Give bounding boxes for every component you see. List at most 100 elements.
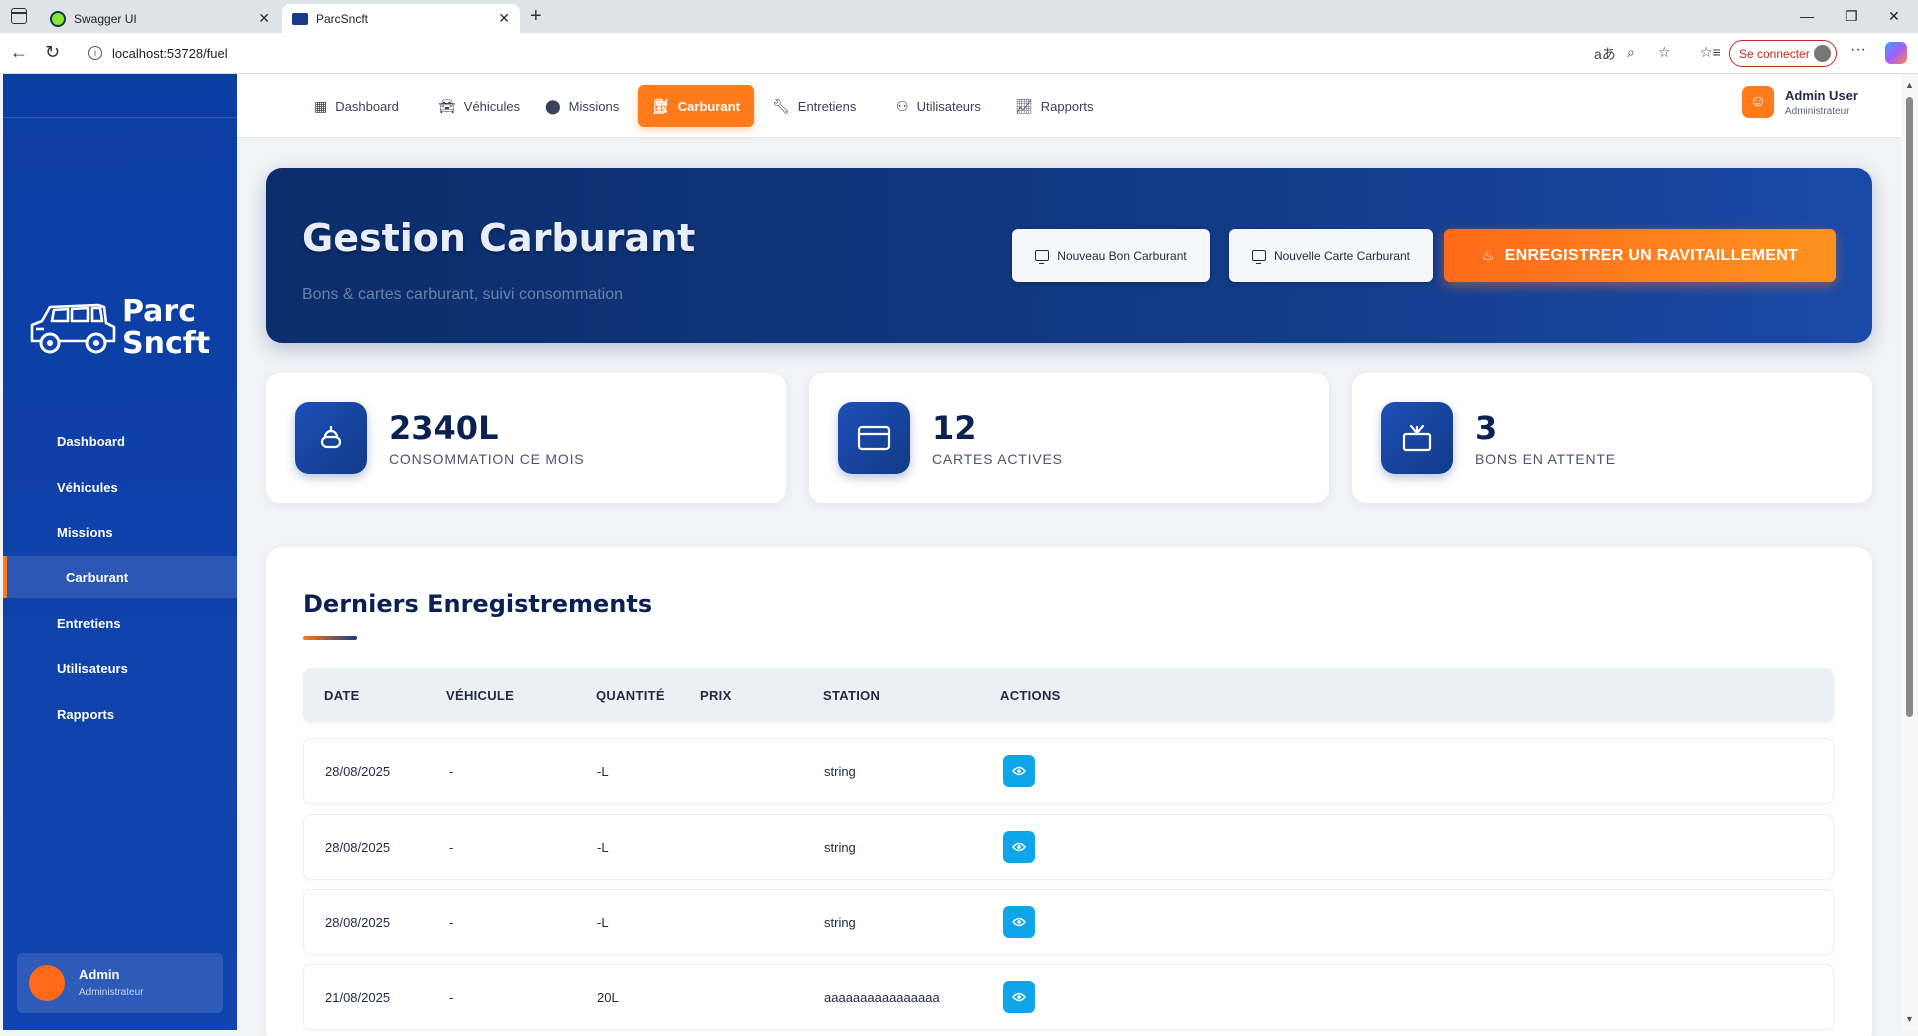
stat-label: CARTES ACTIVES: [932, 451, 1063, 467]
nav-item-carburant[interactable]: ⛽︎ Carburant: [638, 85, 754, 127]
page-scrollbar[interactable]: ▲ ▼: [1901, 74, 1918, 1030]
sidebar-item-rapports[interactable]: Rapports: [3, 693, 237, 735]
nav-item-missions[interactable]: ⬤ Missions: [531, 85, 633, 127]
favorite-star-icon[interactable]: ☆: [1658, 44, 1671, 61]
nav-item-label: Missions: [568, 98, 620, 114]
table-row: 28/08/2025 - -L string: [303, 814, 1834, 880]
tab-close-icon[interactable]: ✕: [498, 10, 510, 27]
browser-tab-bar: Swagger UI ✕ ParcSncft ✕ + — ❐ ✕: [0, 0, 1918, 33]
window-menu-icon[interactable]: [11, 8, 27, 24]
close-window-icon[interactable]: ✕: [1888, 8, 1900, 25]
sidebar-item-label: Utilisateurs: [57, 660, 128, 676]
scroll-up-icon[interactable]: ▲: [1905, 80, 1914, 90]
eye-icon: [1012, 766, 1026, 776]
sidebar-item-carburant[interactable]: Carburant: [3, 556, 237, 598]
cell-quantite: -L: [597, 840, 609, 855]
cell-date: 28/08/2025: [325, 764, 391, 779]
column-header-prix: PRIX: [700, 688, 732, 703]
topnav-user[interactable]: ☺ Admin User Administrateur: [1742, 86, 1858, 118]
zoom-icon[interactable]: ⌕: [1627, 44, 1635, 61]
read-aloud-icon[interactable]: aあ: [1594, 44, 1616, 64]
monitor-icon: [1251, 250, 1266, 264]
button-label: Nouvelle Carte Carburant: [1273, 248, 1411, 263]
map-pin-icon: ⬤: [545, 97, 561, 114]
stat-card-pending-vouchers: 3 BONS EN ATTENTE: [1352, 373, 1872, 503]
cell-vehicule: -: [449, 764, 454, 779]
nav-item-entretiens[interactable]: 🔧︎ Entretiens: [758, 85, 870, 127]
sign-in-label: Se connecter: [1739, 46, 1810, 61]
eye-icon: [1012, 917, 1026, 927]
cell-quantite: 20L: [597, 990, 619, 1005]
view-button[interactable]: [1003, 755, 1035, 787]
sidebar-item-label: Carburant: [66, 569, 129, 585]
column-header-actions: ACTIONS: [1000, 688, 1061, 703]
restore-icon[interactable]: ❐: [1845, 8, 1858, 25]
cell-date: 21/08/2025: [325, 990, 391, 1005]
page-header: Gestion Carburant Bons & cartes carburan…: [266, 168, 1872, 343]
page-subtitle: Bons & cartes carburant, suivi consommat…: [302, 286, 624, 303]
new-fuel-voucher-button[interactable]: Nouveau Bon Carburant: [1012, 229, 1210, 282]
record-refuel-button[interactable]: ♨ ENREGISTRER UN RAVITAILLEMENT: [1444, 229, 1836, 282]
stat-label: BONS EN ATTENTE: [1475, 451, 1616, 467]
users-icon: ⚇: [896, 97, 909, 114]
browser-tab-swagger[interactable]: Swagger UI ✕: [40, 4, 280, 33]
browser-tab-parcsncft[interactable]: ParcSncft ✕: [282, 4, 520, 33]
back-icon[interactable]: ←: [10, 42, 28, 63]
cell-date: 28/08/2025: [325, 840, 391, 855]
tab-close-icon[interactable]: ✕: [258, 10, 270, 27]
nav-item-vehicules[interactable]: 🚘︎ Véhicules: [424, 85, 534, 127]
section-title: Derniers Enregistrements: [303, 590, 653, 618]
parcsncft-favicon-icon: [292, 12, 308, 25]
nav-item-label: Rapports: [1040, 98, 1094, 114]
favorites-list-icon[interactable]: ☆≡: [1700, 44, 1721, 61]
button-label: Nouveau Bon Carburant: [1057, 248, 1187, 263]
scrollbar-thumb[interactable]: [1906, 97, 1913, 717]
scroll-down-icon[interactable]: ▼: [1905, 1014, 1914, 1024]
column-header-station: STATION: [823, 688, 881, 703]
wrench-icon: 🔧︎: [772, 97, 790, 114]
reload-icon[interactable]: ↻: [45, 42, 60, 63]
nav-item-utilisateurs[interactable]: ⚇ Utilisateurs: [882, 85, 995, 127]
chart-line-icon: 📈︎: [1015, 97, 1033, 114]
sidebar-item-label: Dashboard: [57, 433, 125, 449]
sidebar-item-vehicules[interactable]: Véhicules: [3, 466, 237, 508]
cell-station: aaaaaaaaaaaaaaaa: [824, 990, 940, 1005]
copilot-icon[interactable]: [1885, 42, 1907, 64]
nav-item-label: Carburant: [677, 98, 740, 114]
cell-date: 28/08/2025: [325, 915, 391, 930]
stat-card-active-cards: 12 CARTES ACTIVES: [809, 373, 1329, 503]
nav-item-label: Utilisateurs: [916, 98, 981, 114]
sidebar-item-utilisateurs[interactable]: Utilisateurs: [3, 647, 237, 689]
sign-in-button[interactable]: Se connecter: [1729, 40, 1837, 67]
new-fuel-card-button[interactable]: Nouvelle Carte Carburant: [1229, 229, 1433, 282]
stat-value: 3: [1475, 409, 1498, 447]
site-info-icon[interactable]: i: [88, 46, 102, 60]
sidebar-user-card[interactable]: Admin Administrateur: [17, 953, 223, 1013]
sidebar-item-dashboard[interactable]: Dashboard: [3, 420, 237, 462]
cell-station: string: [824, 840, 856, 855]
view-button[interactable]: [1003, 831, 1035, 863]
logo-text-line1: Parc: [122, 294, 197, 329]
sidebar-item-entretiens[interactable]: Entretiens: [3, 602, 237, 644]
topnav-user-role: Administrateur: [1785, 105, 1850, 117]
view-button[interactable]: [1003, 981, 1035, 1013]
fuel-drop-icon: [295, 402, 367, 474]
view-button[interactable]: [1003, 906, 1035, 938]
car-icon: 🚘︎: [438, 97, 456, 114]
stat-value: 12: [932, 409, 977, 447]
sidebar-item-missions[interactable]: Missions: [3, 511, 237, 553]
new-tab-icon[interactable]: +: [530, 5, 542, 28]
credit-card-icon: [838, 402, 910, 474]
minimize-icon[interactable]: —: [1800, 8, 1814, 24]
nav-item-rapports[interactable]: 📈︎ Rapports: [1001, 85, 1108, 127]
table-row: 21/08/2025 - 20L aaaaaaaaaaaaaaaa: [303, 964, 1834, 1030]
nav-item-dashboard[interactable]: ▦ Dashboard: [300, 85, 413, 127]
fuel-icon: ⛽︎: [652, 97, 670, 114]
cell-quantite: -L: [597, 915, 609, 930]
url-field[interactable]: i localhost:53728/fuel: [78, 38, 1678, 68]
cell-vehicule: -: [449, 915, 454, 930]
jeep-logo-icon: [30, 303, 116, 354]
more-menu-icon[interactable]: ···: [1850, 41, 1866, 59]
url-text: localhost:53728/fuel: [112, 45, 228, 61]
eye-icon: [1012, 992, 1026, 1002]
